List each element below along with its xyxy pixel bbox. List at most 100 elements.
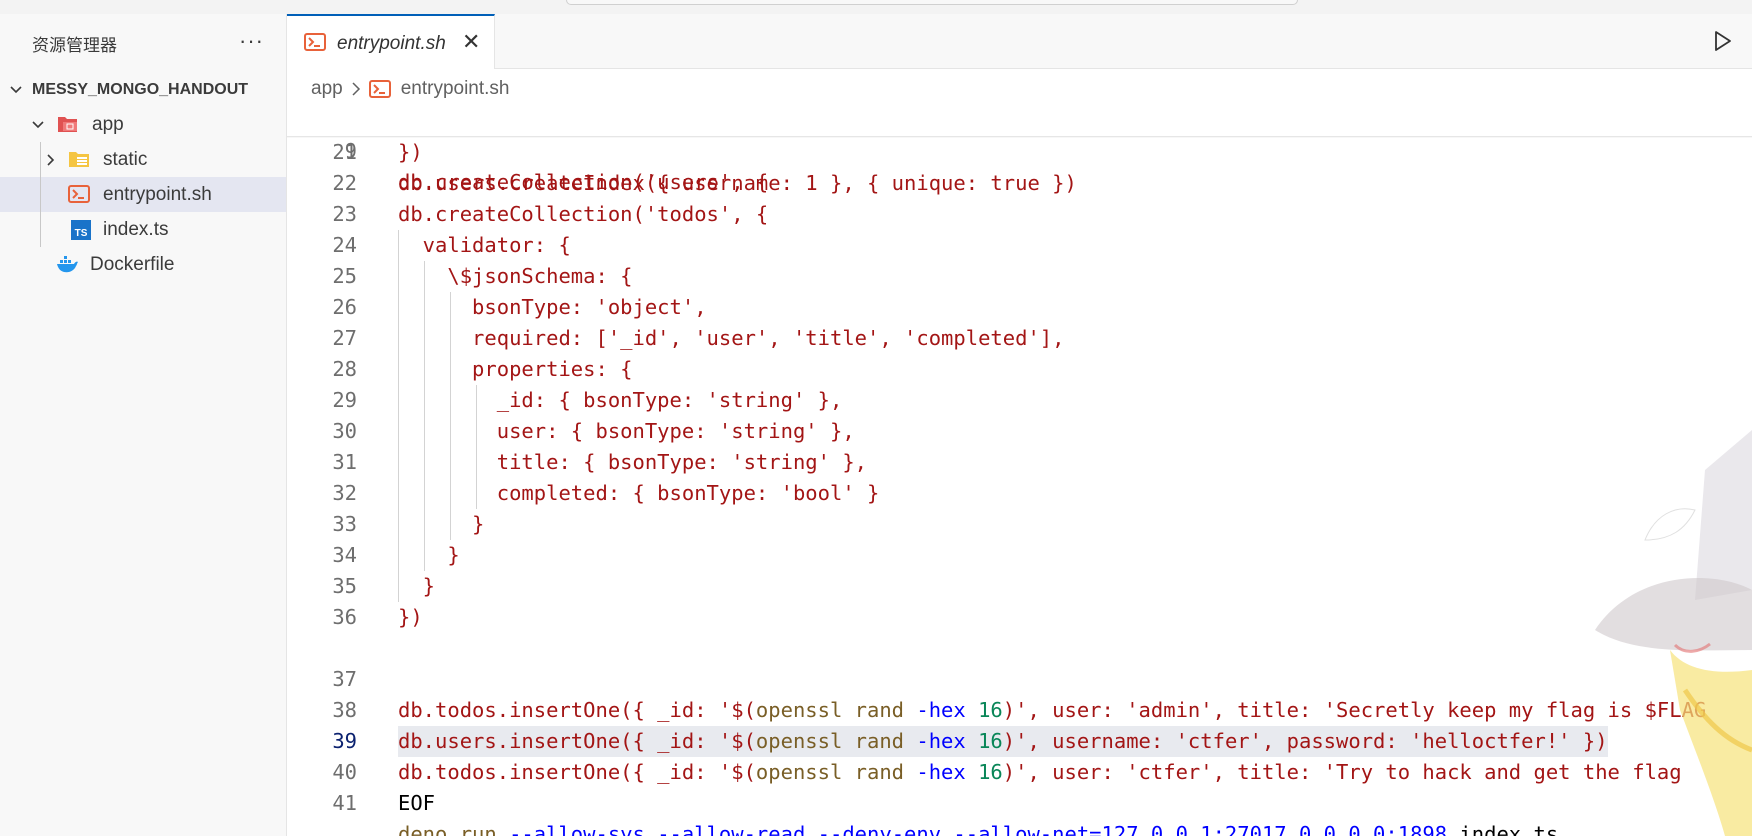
code-line[interactable]: 37 db.todos.insertOne({ _id: '$(openssl … (287, 633, 1752, 722)
line-number: 27 (332, 326, 357, 350)
code-text: } (398, 574, 436, 598)
code-line-highlighted[interactable]: 38 db.users.insertOne({ _id: '$(openssl … (287, 664, 1752, 757)
code-text: }) (398, 605, 423, 629)
line-number: 21 (332, 140, 357, 164)
code-line[interactable]: 22 db.users.createIndex({ username: 1 }, … (287, 168, 1752, 199)
tree-item-entrypoint[interactable]: entrypoint.sh (0, 177, 286, 212)
tree-item-label: app (92, 113, 124, 135)
code-line[interactable]: 26 bsonType: 'object', (287, 292, 1752, 323)
shell-file-icon (368, 80, 391, 98)
folder-icon (69, 152, 89, 167)
code-text: properties: { (398, 357, 633, 381)
workspace-root[interactable]: MESSY_MONGO_HANDOUT (0, 72, 286, 107)
folder-open-icon (58, 117, 77, 132)
more-actions-icon[interactable]: ··· (239, 28, 264, 54)
code-token: deno run (398, 822, 510, 836)
shell-file-icon (68, 185, 90, 203)
code-token: index.ts (1447, 822, 1559, 836)
tree-item-label: entrypoint.sh (103, 183, 212, 205)
code-text: bsonType: 'object', (398, 295, 707, 319)
line-number: 22 (332, 171, 357, 195)
close-icon[interactable]: ✕ (462, 29, 480, 55)
tree-item-index-ts[interactable]: TS index.ts (0, 212, 286, 247)
tree-indent-guide (40, 142, 41, 177)
tree-item-label: static (103, 148, 148, 170)
sticky-scroll-line[interactable]: 9 db.createCollection('users', { (287, 105, 1752, 194)
code-text: _id: { bsonType: 'string' }, (398, 388, 843, 412)
line-number: 28 (332, 357, 357, 381)
chevron-down-icon (10, 86, 22, 94)
tree-item-label: Dockerfile (90, 253, 175, 275)
code-line-active[interactable]: 39 db.todos.insertOne({ _id: '$(openssl … (287, 695, 1752, 784)
tree-item-app[interactable]: app (0, 107, 286, 142)
line-number: 23 (332, 202, 357, 226)
code-line[interactable]: 40 EOF (287, 726, 1752, 815)
code-line[interactable]: 27 required: ['_id', 'user', 'title', 'c… (287, 323, 1752, 354)
code-text: }) (398, 140, 423, 164)
breadcrumb-item[interactable]: entrypoint.sh (401, 78, 510, 100)
code-line[interactable]: 30 user: { bsonType: 'string' }, (287, 416, 1752, 447)
indent-guide (450, 292, 451, 540)
tree-indent-guide (40, 177, 41, 212)
tree-indent-guide (40, 212, 41, 247)
explorer-sidebar: 资源管理器 ··· MESSY_MONGO_HANDOUT app static (0, 14, 287, 836)
code-line[interactable]: 21}) (287, 137, 1752, 168)
line-number: 35 (332, 574, 357, 598)
sticky-scroll-shadow (287, 136, 1752, 138)
chevron-down-icon (32, 121, 44, 129)
line-number: 32 (332, 481, 357, 505)
chevron-right-icon (47, 154, 55, 166)
line-number: 26 (332, 295, 357, 319)
indent-guide (424, 261, 425, 571)
code-line[interactable]: 28 properties: { (287, 354, 1752, 385)
indent-guide (476, 385, 477, 509)
breadcrumb-item[interactable]: app (311, 78, 343, 100)
code-text: user: { bsonType: 'string' }, (398, 419, 855, 443)
line-number: 41 (332, 791, 357, 815)
line-number: 30 (332, 419, 357, 443)
breadcrumb: app entrypoint.sh (311, 74, 510, 104)
tree-item-dockerfile[interactable]: Dockerfile (0, 247, 286, 282)
line-number: 31 (332, 450, 357, 474)
code-line[interactable]: 34 } (287, 540, 1752, 571)
line-number: 29 (332, 388, 357, 412)
code-line[interactable]: 35 } (287, 571, 1752, 602)
indent-guide (398, 230, 399, 602)
code-token: --allow-sys --allow-read --deny-env --al… (509, 822, 1448, 836)
docker-icon (57, 256, 78, 273)
tab-label: entrypoint.sh (337, 33, 446, 54)
code-text: deno run --allow-sys --allow-read --deny… (398, 819, 1558, 836)
line-number: 24 (332, 233, 357, 257)
background-character-image (1595, 430, 1752, 836)
code-text: EOF (398, 791, 436, 815)
editor-tab-bar: entrypoint.sh ✕ (287, 14, 1752, 69)
code-line[interactable]: 31 title: { bsonType: 'string' }, (287, 447, 1752, 478)
code-line[interactable]: 23 db.createCollection('todos', { (287, 199, 1752, 230)
code-line[interactable]: 36}) (287, 602, 1752, 633)
tree-item-static[interactable]: static (0, 142, 286, 177)
code-text: } (398, 512, 485, 536)
line-number: 34 (332, 543, 357, 567)
tree-item-label: index.ts (103, 218, 169, 240)
workspace-root-label: MESSY_MONGO_HANDOUT (32, 80, 249, 98)
code-line[interactable]: 25 \$jsonSchema: { (287, 261, 1752, 292)
code-text: db.createCollection('todos', { (398, 202, 769, 226)
code-text: validator: { (398, 233, 571, 257)
code-text: title: { bsonType: 'string' }, (398, 450, 867, 474)
line-number: 25 (332, 264, 357, 288)
code-editor[interactable]: 9 db.createCollection('users', { 21}) 22… (287, 104, 1752, 836)
svg-text:TS: TS (75, 228, 88, 239)
ts-file-icon: TS (71, 220, 91, 240)
run-icon[interactable] (1714, 31, 1732, 51)
code-line[interactable]: 24 validator: { (287, 230, 1752, 261)
code-line[interactable]: 33 } (287, 509, 1752, 540)
code-line[interactable]: 29 _id: { bsonType: 'string' }, (287, 385, 1752, 416)
code-text: completed: { bsonType: 'bool' } (398, 481, 880, 505)
code-line[interactable]: 32 completed: { bsonType: 'bool' } (287, 478, 1752, 509)
command-center[interactable] (566, 0, 1298, 5)
code-line[interactable]: 41 deno run --allow-sys --allow-read --d… (287, 757, 1752, 836)
code-text: \$jsonSchema: { (398, 264, 633, 288)
explorer-header: 资源管理器 ··· (0, 14, 286, 72)
tab-entrypoint[interactable]: entrypoint.sh ✕ (287, 14, 495, 69)
line-number: 36 (332, 605, 357, 629)
